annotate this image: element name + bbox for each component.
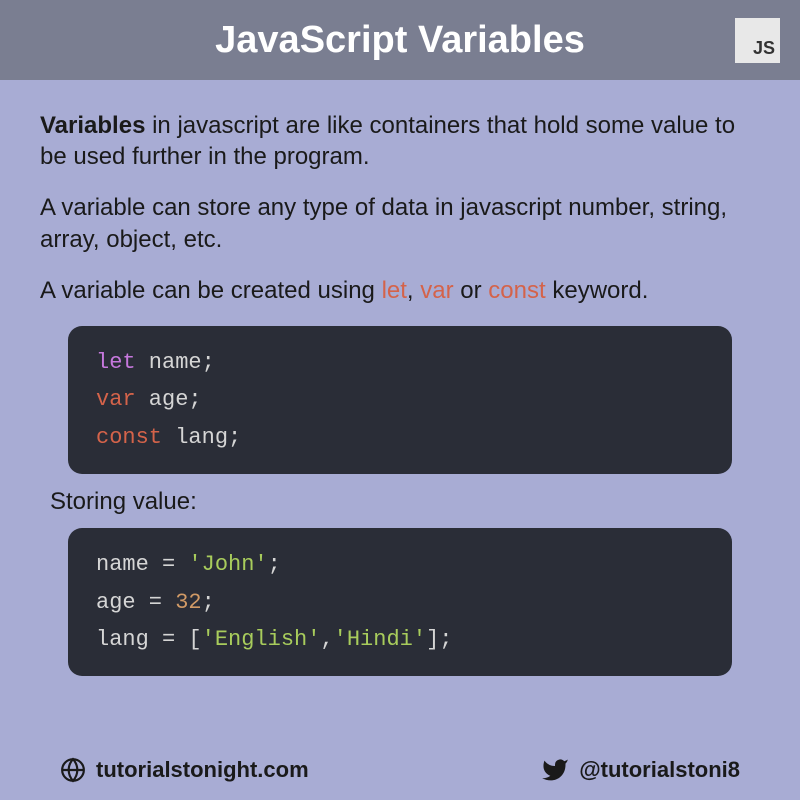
- header-bar: JavaScript Variables JS: [0, 0, 800, 80]
- website-text: tutorialstonight.com: [96, 757, 309, 783]
- para3-mid2: or: [454, 277, 489, 304]
- paragraph-2: A variable can store any type of data in…: [40, 192, 760, 254]
- code-punct: ;: [202, 350, 215, 375]
- subheading-storing: Storing value:: [50, 488, 760, 516]
- para3-post: keyword.: [546, 277, 649, 304]
- code-string: 'English': [202, 627, 321, 652]
- code-string: 'Hindi': [334, 627, 426, 652]
- code-keyword: let: [96, 350, 136, 375]
- main-content: Variables in javascript are like contain…: [0, 80, 800, 744]
- code-number: 32: [175, 590, 201, 615]
- para3-mid1: ,: [407, 277, 420, 304]
- keyword-const: const: [488, 277, 545, 304]
- paragraph-3: A variable can be created using let, var…: [40, 275, 760, 306]
- code-punct: ;: [188, 387, 201, 412]
- code-line: const lang;: [96, 419, 704, 456]
- code-punct: ;: [228, 425, 241, 450]
- code-punct: ,: [320, 627, 333, 652]
- code-identifier: lang: [162, 425, 228, 450]
- code-punct: ;: [202, 590, 215, 615]
- footer-twitter: @tutorialstoni8: [541, 756, 740, 784]
- js-badge-icon: JS: [735, 18, 780, 63]
- code-line: lang = ['English','Hindi'];: [96, 621, 704, 658]
- twitter-handle: @tutorialstoni8: [579, 757, 740, 783]
- paragraph-1: Variables in javascript are like contain…: [40, 110, 760, 172]
- code-line: var age;: [96, 381, 704, 418]
- code-line: let name;: [96, 344, 704, 381]
- para1-text: in javascript are like containers that h…: [40, 112, 735, 170]
- code-line: name = 'John';: [96, 546, 704, 583]
- keyword-let: let: [382, 277, 407, 304]
- code-punct: ;: [268, 552, 281, 577]
- code-block-declaration: let name; var age; const lang;: [68, 326, 732, 474]
- js-badge-text: JS: [753, 38, 775, 59]
- code-string: 'John': [188, 552, 267, 577]
- footer-website: tutorialstonight.com: [60, 757, 309, 783]
- code-identifier: lang = [: [96, 627, 202, 652]
- keyword-var: var: [420, 277, 453, 304]
- code-keyword: var: [96, 387, 136, 412]
- twitter-icon: [541, 756, 569, 784]
- code-identifier: age: [136, 387, 189, 412]
- code-block-assignment: name = 'John'; age = 32; lang = ['Englis…: [68, 528, 732, 676]
- para3-pre: A variable can be created using: [40, 277, 382, 304]
- globe-icon: [60, 757, 86, 783]
- code-line: age = 32;: [96, 584, 704, 621]
- code-keyword: const: [96, 425, 162, 450]
- page-title: JavaScript Variables: [215, 19, 585, 62]
- footer: tutorialstonight.com @tutorialstoni8: [0, 744, 800, 800]
- bold-word: Variables: [40, 112, 145, 139]
- code-identifier: name: [136, 350, 202, 375]
- code-identifier: name =: [96, 552, 188, 577]
- code-identifier: age =: [96, 590, 175, 615]
- code-punct: ];: [426, 627, 452, 652]
